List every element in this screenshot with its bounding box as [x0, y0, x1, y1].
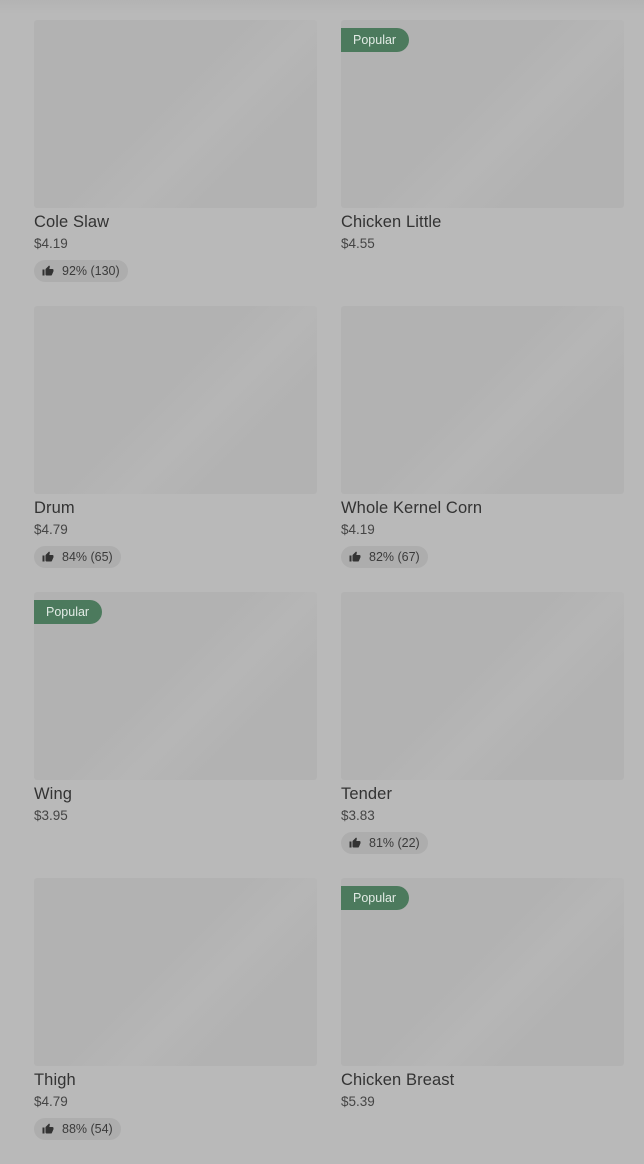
- item-name: Wing: [34, 785, 72, 803]
- item-price: $4.19: [34, 236, 68, 251]
- item-price: $4.79: [34, 522, 68, 537]
- popular-badge: Popular: [34, 600, 103, 624]
- item-name: Whole Kernel Corn: [341, 499, 483, 517]
- menu-item-card[interactable]: Tender $3.83 81% (22): [341, 592, 624, 878]
- menu-item-card[interactable]: Drum $4.79 84% (65): [34, 306, 317, 592]
- rating-badge: 84% (65): [34, 546, 121, 568]
- menu-item-card[interactable]: Thigh $4.79 88% (54): [34, 878, 317, 1164]
- rating-badge: 81% (22): [341, 832, 428, 854]
- menu-item-card[interactable]: Cole Slaw $4.19 92% (130): [34, 20, 317, 306]
- rating-badge: 92% (130): [34, 260, 128, 282]
- item-image: [34, 878, 317, 1066]
- item-name: Chicken Little: [341, 213, 442, 231]
- rating-text: 84% (65): [62, 550, 113, 564]
- item-image: [341, 306, 624, 494]
- top-edge: [0, 0, 644, 14]
- item-price: $3.95: [34, 808, 68, 823]
- thumbs-up-icon: [42, 265, 54, 277]
- item-name: Cole Slaw: [34, 213, 110, 231]
- item-price: $4.55: [341, 236, 375, 251]
- item-name: Chicken Breast: [341, 1071, 455, 1089]
- rating-text: 81% (22): [369, 836, 420, 850]
- item-price: $3.83: [341, 808, 375, 823]
- item-image: [34, 20, 317, 208]
- item-price: $4.79: [34, 1094, 68, 1109]
- menu-item-grid: Cole Slaw $4.19 92% (130) Popular Chicke…: [34, 20, 624, 1164]
- rating-text: 88% (54): [62, 1122, 113, 1136]
- rating-text: 92% (130): [62, 264, 120, 278]
- thumbs-up-icon: [349, 837, 361, 849]
- popular-badge: Popular: [341, 886, 410, 910]
- rating-text: 82% (67): [369, 550, 420, 564]
- popular-badge: Popular: [341, 28, 410, 52]
- menu-item-card[interactable]: Whole Kernel Corn $4.19 82% (67): [341, 306, 624, 592]
- item-price: $4.19: [341, 522, 375, 537]
- menu-item-card[interactable]: Popular Wing $3.95: [34, 592, 317, 878]
- item-name: Thigh: [34, 1071, 76, 1089]
- thumbs-up-icon: [349, 551, 361, 563]
- item-name: Drum: [34, 499, 75, 517]
- rating-badge: 82% (67): [341, 546, 428, 568]
- item-price: $5.39: [341, 1094, 375, 1109]
- item-name: Tender: [341, 785, 393, 803]
- thumbs-up-icon: [42, 1123, 54, 1135]
- item-image: [341, 592, 624, 780]
- menu-item-card[interactable]: Popular Chicken Little $4.55: [341, 20, 624, 306]
- thumbs-up-icon: [42, 551, 54, 563]
- menu-item-card[interactable]: Popular Chicken Breast $5.39: [341, 878, 624, 1164]
- item-image: [34, 306, 317, 494]
- rating-badge: 88% (54): [34, 1118, 121, 1140]
